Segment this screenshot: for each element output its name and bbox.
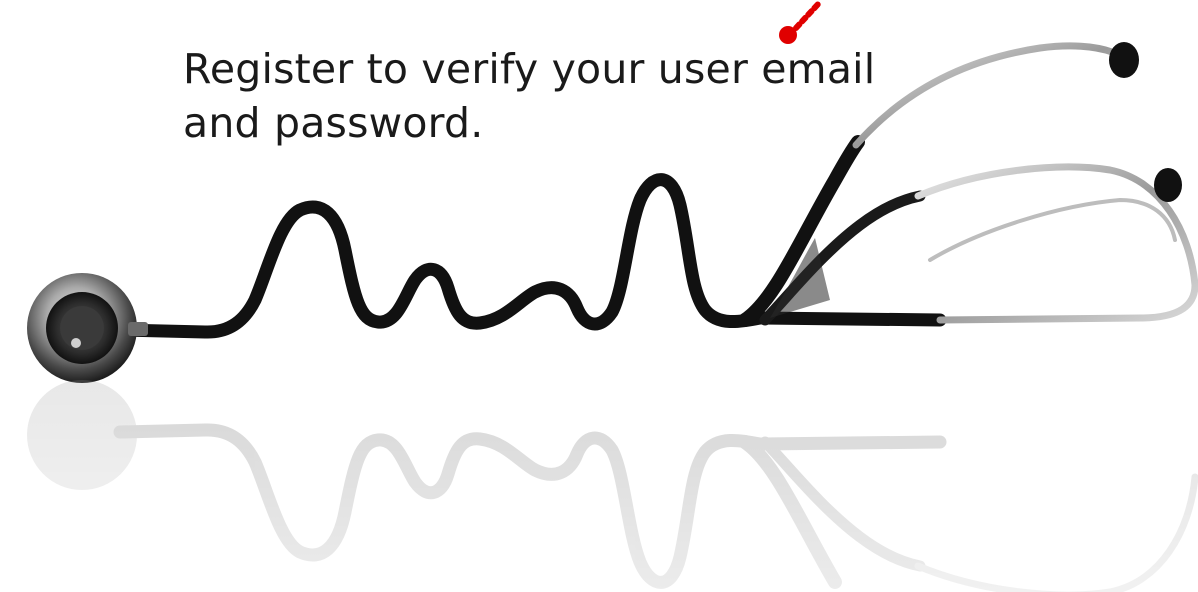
register-instructions-line1: Register to verify your user email — [183, 45, 876, 93]
red-dot-pointer-icon — [779, 0, 823, 44]
ear-tip-upper — [1109, 42, 1139, 78]
registration-splash: Register to verify your user email and p… — [0, 0, 1198, 592]
stethoscope-metal-tube-lower-inner — [928, 197, 1177, 262]
register-instructions-line2: and password. — [183, 99, 484, 147]
register-instructions: Register to verify your user email and p… — [183, 42, 883, 150]
ear-tip-lower — [1154, 168, 1182, 202]
stethoscope-metal-tube-upper — [852, 42, 1116, 149]
